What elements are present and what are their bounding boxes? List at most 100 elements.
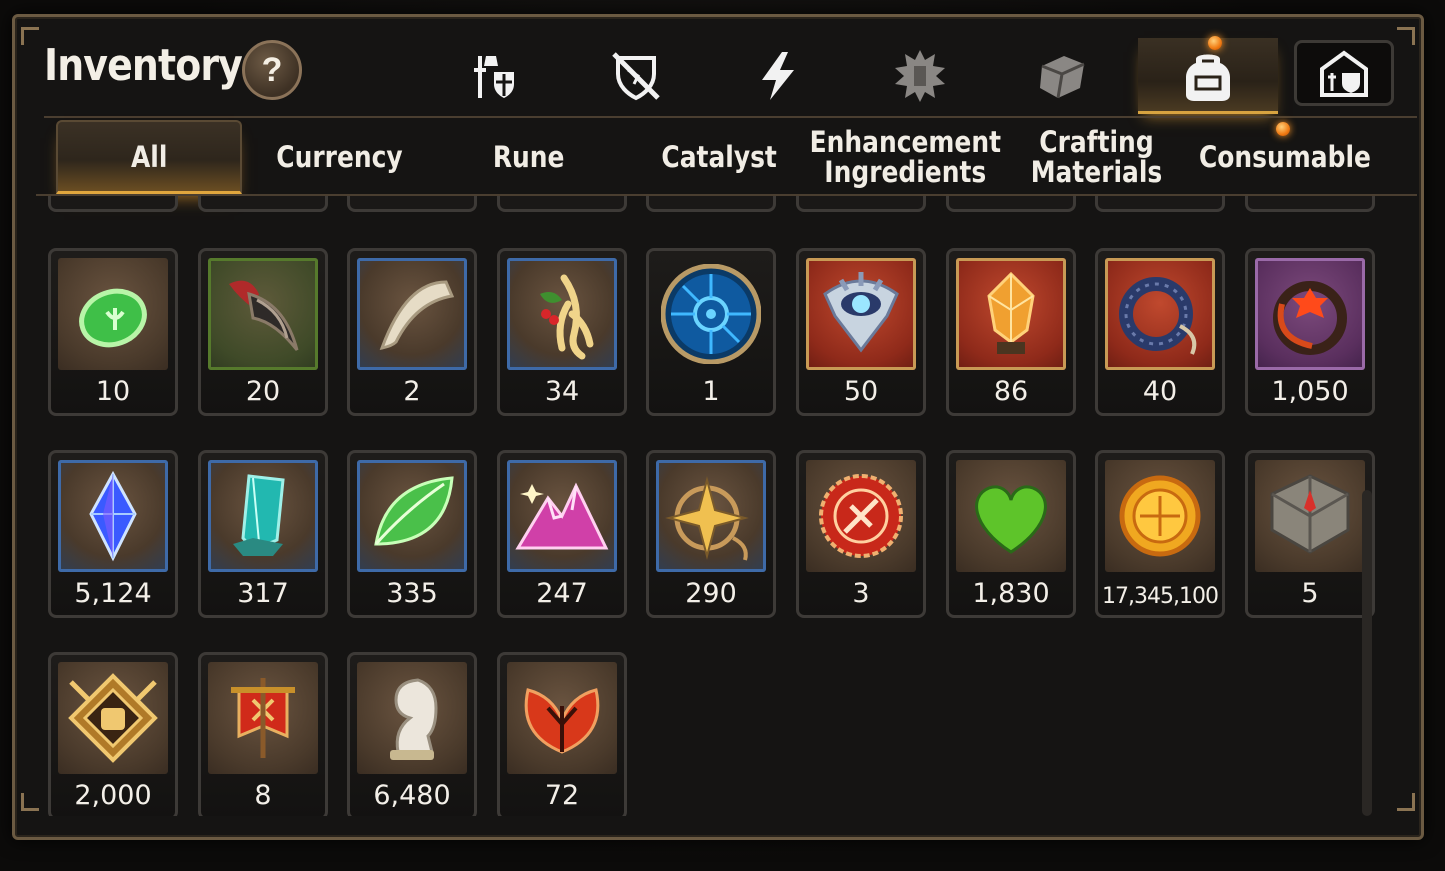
tab-enhancement-ingredients[interactable]: Enhancement Ingredients bbox=[809, 120, 1001, 194]
scrollbar[interactable] bbox=[1362, 490, 1372, 816]
tab-artifact[interactable] bbox=[566, 38, 706, 114]
partial-item-cell[interactable] bbox=[1095, 196, 1225, 212]
crossed-shield-icon bbox=[612, 52, 660, 101]
partial-item-cell[interactable] bbox=[48, 196, 178, 212]
inventory-item[interactable]: 34 bbox=[497, 248, 627, 416]
item-art bbox=[58, 258, 168, 370]
item-art bbox=[806, 258, 916, 370]
flower-ring-icon bbox=[1273, 281, 1347, 355]
inventory-item[interactable]: 50 bbox=[796, 248, 926, 416]
inventory-item[interactable]: 5,124 bbox=[48, 450, 178, 618]
item-art bbox=[58, 460, 168, 572]
inventory-item[interactable]: 5 bbox=[1245, 450, 1375, 618]
spiky-emblem-icon bbox=[895, 50, 945, 102]
item-quantity: 8 bbox=[254, 780, 272, 811]
item-art bbox=[956, 258, 1066, 370]
item-art bbox=[208, 662, 318, 774]
item-art bbox=[956, 460, 1066, 572]
tab-label: Enhancement Ingredients bbox=[809, 125, 1001, 189]
item-quantity: 5 bbox=[1301, 578, 1319, 609]
inventory-item[interactable]: 86 bbox=[946, 248, 1076, 416]
item-quantity: 17,345,100 bbox=[1102, 584, 1219, 609]
inventory-item[interactable]: 2 bbox=[347, 248, 477, 416]
item-quantity: 2 bbox=[403, 376, 421, 407]
item-quantity: 317 bbox=[237, 578, 289, 609]
tab-label: Crafting Materials bbox=[1030, 125, 1162, 189]
divider bbox=[44, 116, 1417, 118]
inventory-item[interactable]: 2,000 bbox=[48, 652, 178, 816]
item-quantity: 3 bbox=[852, 578, 870, 609]
inventory-item[interactable]: 1,830 bbox=[946, 450, 1076, 618]
notification-dot bbox=[1276, 122, 1290, 136]
stone-compass-icon bbox=[1270, 474, 1350, 554]
partial-item-cell[interactable] bbox=[796, 196, 926, 212]
item-art bbox=[1255, 258, 1365, 370]
tab-catalyst[interactable]: Catalyst bbox=[624, 120, 814, 194]
item-art bbox=[208, 258, 318, 370]
tab-rune[interactable]: Rune bbox=[434, 120, 624, 194]
partial-item-cell[interactable] bbox=[1245, 196, 1375, 212]
tab-hero-gear[interactable] bbox=[424, 38, 564, 114]
banner-icon bbox=[231, 678, 295, 758]
tab-label: Catalyst bbox=[661, 140, 777, 174]
fire-crystal-icon bbox=[987, 271, 1035, 354]
tab-consumable[interactable]: Consumable bbox=[1190, 120, 1380, 194]
tab-energy[interactable] bbox=[708, 38, 848, 114]
fist-emblem-icon bbox=[68, 673, 158, 763]
inventory-item[interactable]: 17,345,100 bbox=[1095, 450, 1225, 618]
tab-label: All bbox=[130, 139, 168, 174]
item-quantity: 5,124 bbox=[74, 578, 152, 609]
corner-ornament bbox=[21, 27, 39, 45]
partial-item-cell[interactable] bbox=[497, 196, 627, 212]
notification-dot bbox=[1208, 36, 1222, 50]
inventory-item[interactable]: 72 bbox=[497, 652, 627, 816]
inventory-item[interactable]: 335 bbox=[347, 450, 477, 618]
inventory-item[interactable]: 3 bbox=[796, 450, 926, 618]
gold-coin-icon bbox=[1119, 475, 1201, 557]
item-quantity: 50 bbox=[843, 376, 879, 407]
green-leaf-icon bbox=[374, 476, 454, 546]
inventory-item[interactable]: 290 bbox=[646, 450, 776, 618]
inventory-item[interactable]: 317 bbox=[198, 450, 328, 618]
lightning-icon bbox=[762, 52, 794, 100]
tab-guild[interactable] bbox=[1294, 40, 1394, 106]
inventory-item[interactable]: 1 bbox=[646, 248, 776, 416]
item-art bbox=[656, 258, 766, 370]
backpack-icon bbox=[1186, 54, 1230, 101]
item-art bbox=[357, 460, 467, 572]
knight-piece-icon bbox=[390, 678, 438, 760]
tab-currency[interactable]: Currency bbox=[244, 120, 434, 194]
partial-item-cell[interactable] bbox=[946, 196, 1076, 212]
sub-tabs: All Currency Rune Catalyst Enhancement I… bbox=[44, 120, 1384, 194]
tab-material[interactable] bbox=[992, 38, 1132, 114]
tab-all[interactable]: All bbox=[56, 120, 242, 194]
tab-skill[interactable] bbox=[850, 38, 990, 114]
category-tabs bbox=[420, 36, 1400, 114]
help-button[interactable]: ? bbox=[242, 40, 302, 100]
item-quantity: 72 bbox=[544, 780, 580, 811]
tab-bag[interactable] bbox=[1138, 36, 1278, 114]
cube-icon bbox=[1040, 56, 1085, 99]
red-leaf-icon bbox=[524, 688, 600, 754]
inventory-item[interactable]: 10 bbox=[48, 248, 178, 416]
ginseng-root-icon bbox=[540, 274, 594, 360]
partial-item-cell[interactable] bbox=[198, 196, 328, 212]
tab-label: Rune bbox=[493, 140, 565, 174]
item-quantity: 10 bbox=[95, 376, 131, 407]
item-grid: 10 20 2 34 1 50 86 40 1,050 5,124 317 335 247 290 3 1,8… bbox=[36, 196, 1376, 816]
item-art bbox=[208, 460, 318, 572]
inventory-item[interactable]: 6,480 bbox=[347, 652, 477, 816]
inventory-item[interactable]: 20 bbox=[198, 248, 328, 416]
partial-item-cell[interactable] bbox=[646, 196, 776, 212]
inventory-item[interactable]: 1,050 bbox=[1245, 248, 1375, 416]
knight-shield-icon bbox=[474, 56, 514, 98]
item-art bbox=[507, 460, 617, 572]
item-quantity: 20 bbox=[245, 376, 281, 407]
inventory-item[interactable]: 40 bbox=[1095, 248, 1225, 416]
item-art bbox=[1105, 460, 1215, 572]
item-art bbox=[58, 662, 168, 774]
inventory-item[interactable]: 247 bbox=[497, 450, 627, 618]
partial-item-cell[interactable] bbox=[347, 196, 477, 212]
inventory-item[interactable]: 8 bbox=[198, 652, 328, 816]
tab-crafting-materials[interactable]: Crafting Materials bbox=[1004, 120, 1188, 194]
